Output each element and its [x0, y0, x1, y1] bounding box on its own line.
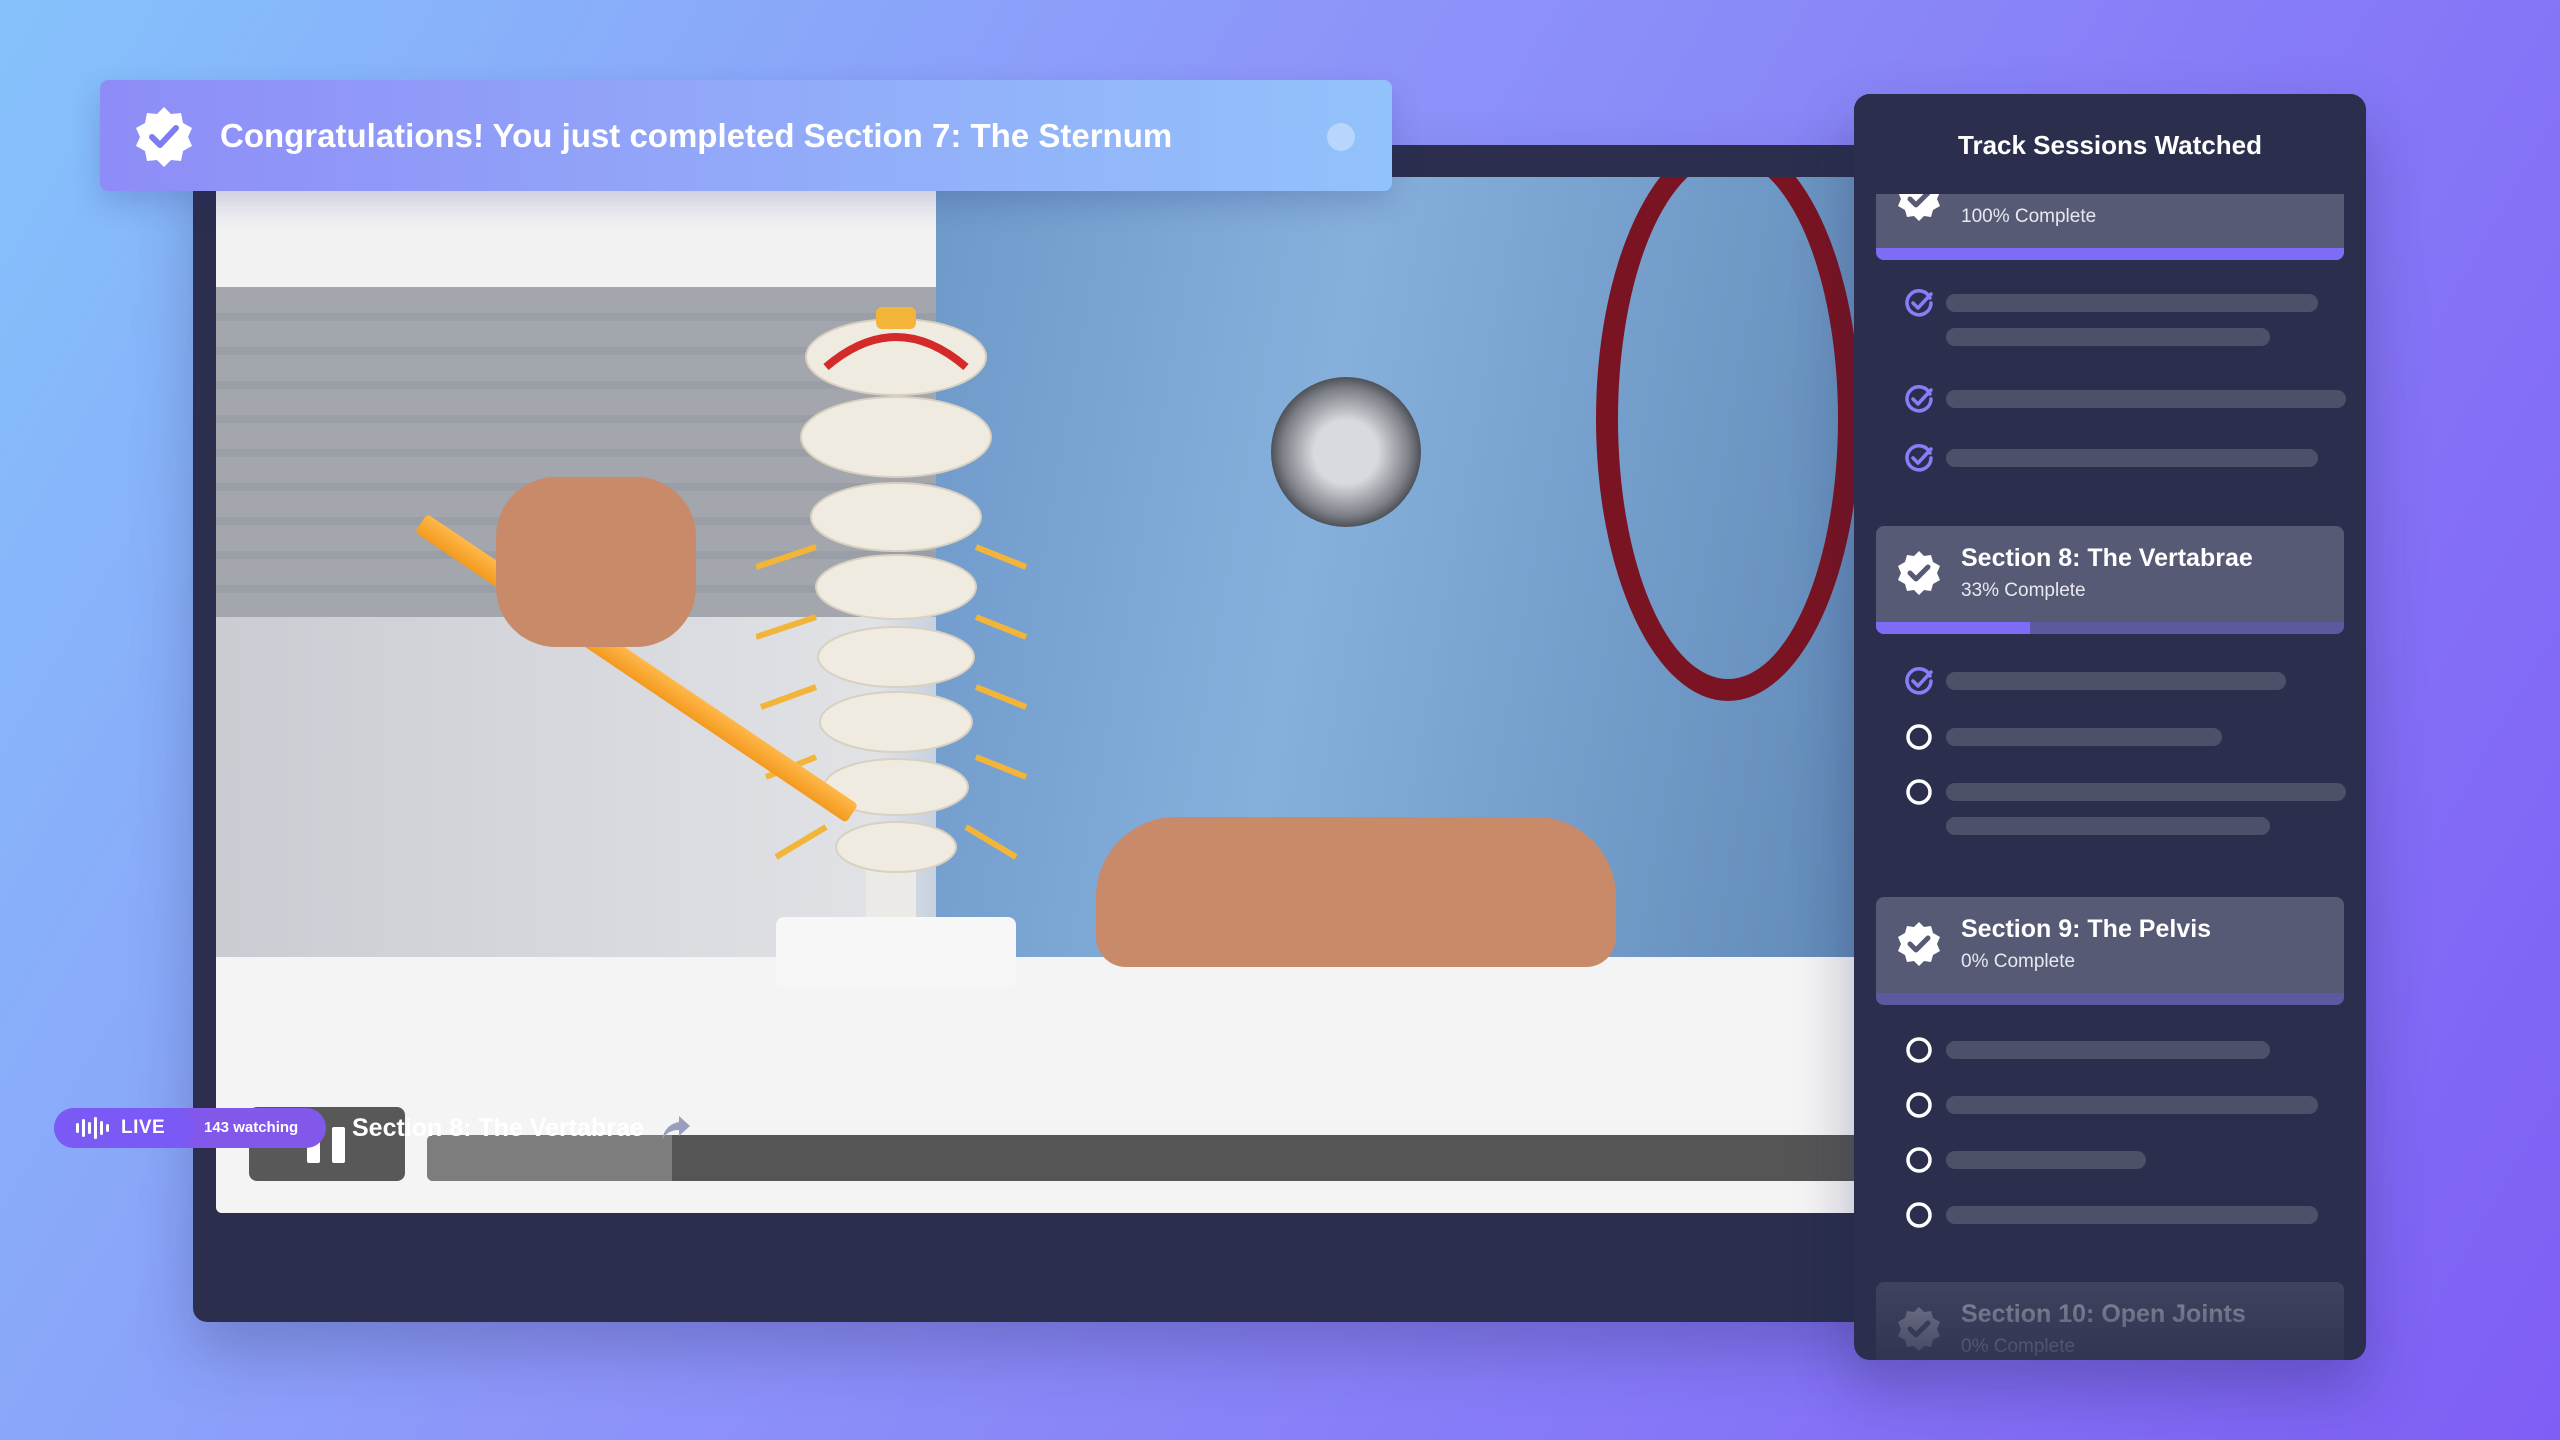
section-name: Section 9: The Pelvis	[1961, 915, 2212, 943]
now-playing-title: Section 8: The Vertabrae	[352, 1114, 644, 1142]
section-card-8[interactable]: Section 8: The Vertabrae 33% Complete	[1876, 526, 2344, 634]
lesson-row[interactable]	[1904, 1090, 2344, 1120]
lesson-row[interactable]	[1904, 288, 2344, 346]
lesson-row[interactable]	[1904, 384, 2346, 414]
live-label: LIVE	[121, 1117, 166, 1138]
verified-badge-icon	[1898, 922, 1940, 966]
section-progress-bar	[1876, 993, 2344, 1005]
verified-badge-icon	[1898, 551, 1940, 595]
section-name: Section 8: The Vertabrae	[1961, 544, 2253, 572]
empty-circle-icon	[1906, 724, 1932, 750]
track-sessions-panel: Track Sessions Watched 100% Complete Sec…	[1854, 94, 2366, 1360]
lesson-row[interactable]	[1904, 1200, 2344, 1230]
video-frame[interactable]	[216, 177, 1870, 1213]
verified-badge-icon	[1898, 1307, 1940, 1351]
close-icon[interactable]	[1327, 123, 1355, 151]
player-info-bar	[193, 1213, 1893, 1322]
completion-toast: Congratulations! You just completed Sect…	[100, 80, 1392, 191]
section-card-10[interactable]: Section 10: Open Joints 0% Complete	[1876, 1282, 2344, 1360]
check-circle-icon	[1905, 385, 1933, 413]
section-percent: 0% Complete	[1961, 951, 2076, 972]
share-arrow-icon[interactable]	[660, 1113, 692, 1143]
section-percent: 0% Complete	[1961, 1336, 2076, 1357]
section-name: Section 10: Open Joints	[1961, 1300, 2246, 1328]
empty-circle-icon	[1906, 1037, 1932, 1063]
section-progress-bar	[1876, 248, 2344, 260]
empty-circle-icon	[1906, 779, 1932, 805]
lesson-row[interactable]	[1904, 722, 2344, 752]
panel-title: Track Sessions Watched	[1854, 94, 2366, 194]
section-card-9[interactable]: Section 9: The Pelvis 0% Complete	[1876, 897, 2344, 1005]
verified-badge-icon	[136, 107, 192, 167]
lesson-row[interactable]	[1904, 1145, 2344, 1175]
lesson-row[interactable]	[1904, 666, 2344, 696]
spine-model-image	[756, 307, 1028, 987]
section-progress-bar	[1876, 622, 2344, 634]
lesson-row[interactable]	[1904, 777, 2346, 835]
live-status-pill: LIVE 143 watching	[54, 1108, 326, 1148]
empty-circle-icon	[1906, 1202, 1932, 1228]
section-percent: 33% Complete	[1961, 580, 2086, 601]
live-indicator: LIVE	[54, 1108, 194, 1148]
lesson-row[interactable]	[1904, 443, 2344, 473]
toast-message: Congratulations! You just completed Sect…	[220, 117, 1173, 154]
empty-circle-icon	[1906, 1092, 1932, 1118]
check-circle-icon	[1905, 444, 1933, 472]
lesson-row[interactable]	[1904, 1035, 2344, 1065]
section-percent: 100% Complete	[1961, 206, 2097, 227]
watching-count: 143 watching	[204, 1119, 299, 1136]
check-circle-icon	[1905, 667, 1933, 695]
empty-circle-icon	[1906, 1147, 1932, 1173]
check-circle-icon	[1905, 289, 1933, 317]
audio-wave-icon	[76, 1117, 109, 1139]
